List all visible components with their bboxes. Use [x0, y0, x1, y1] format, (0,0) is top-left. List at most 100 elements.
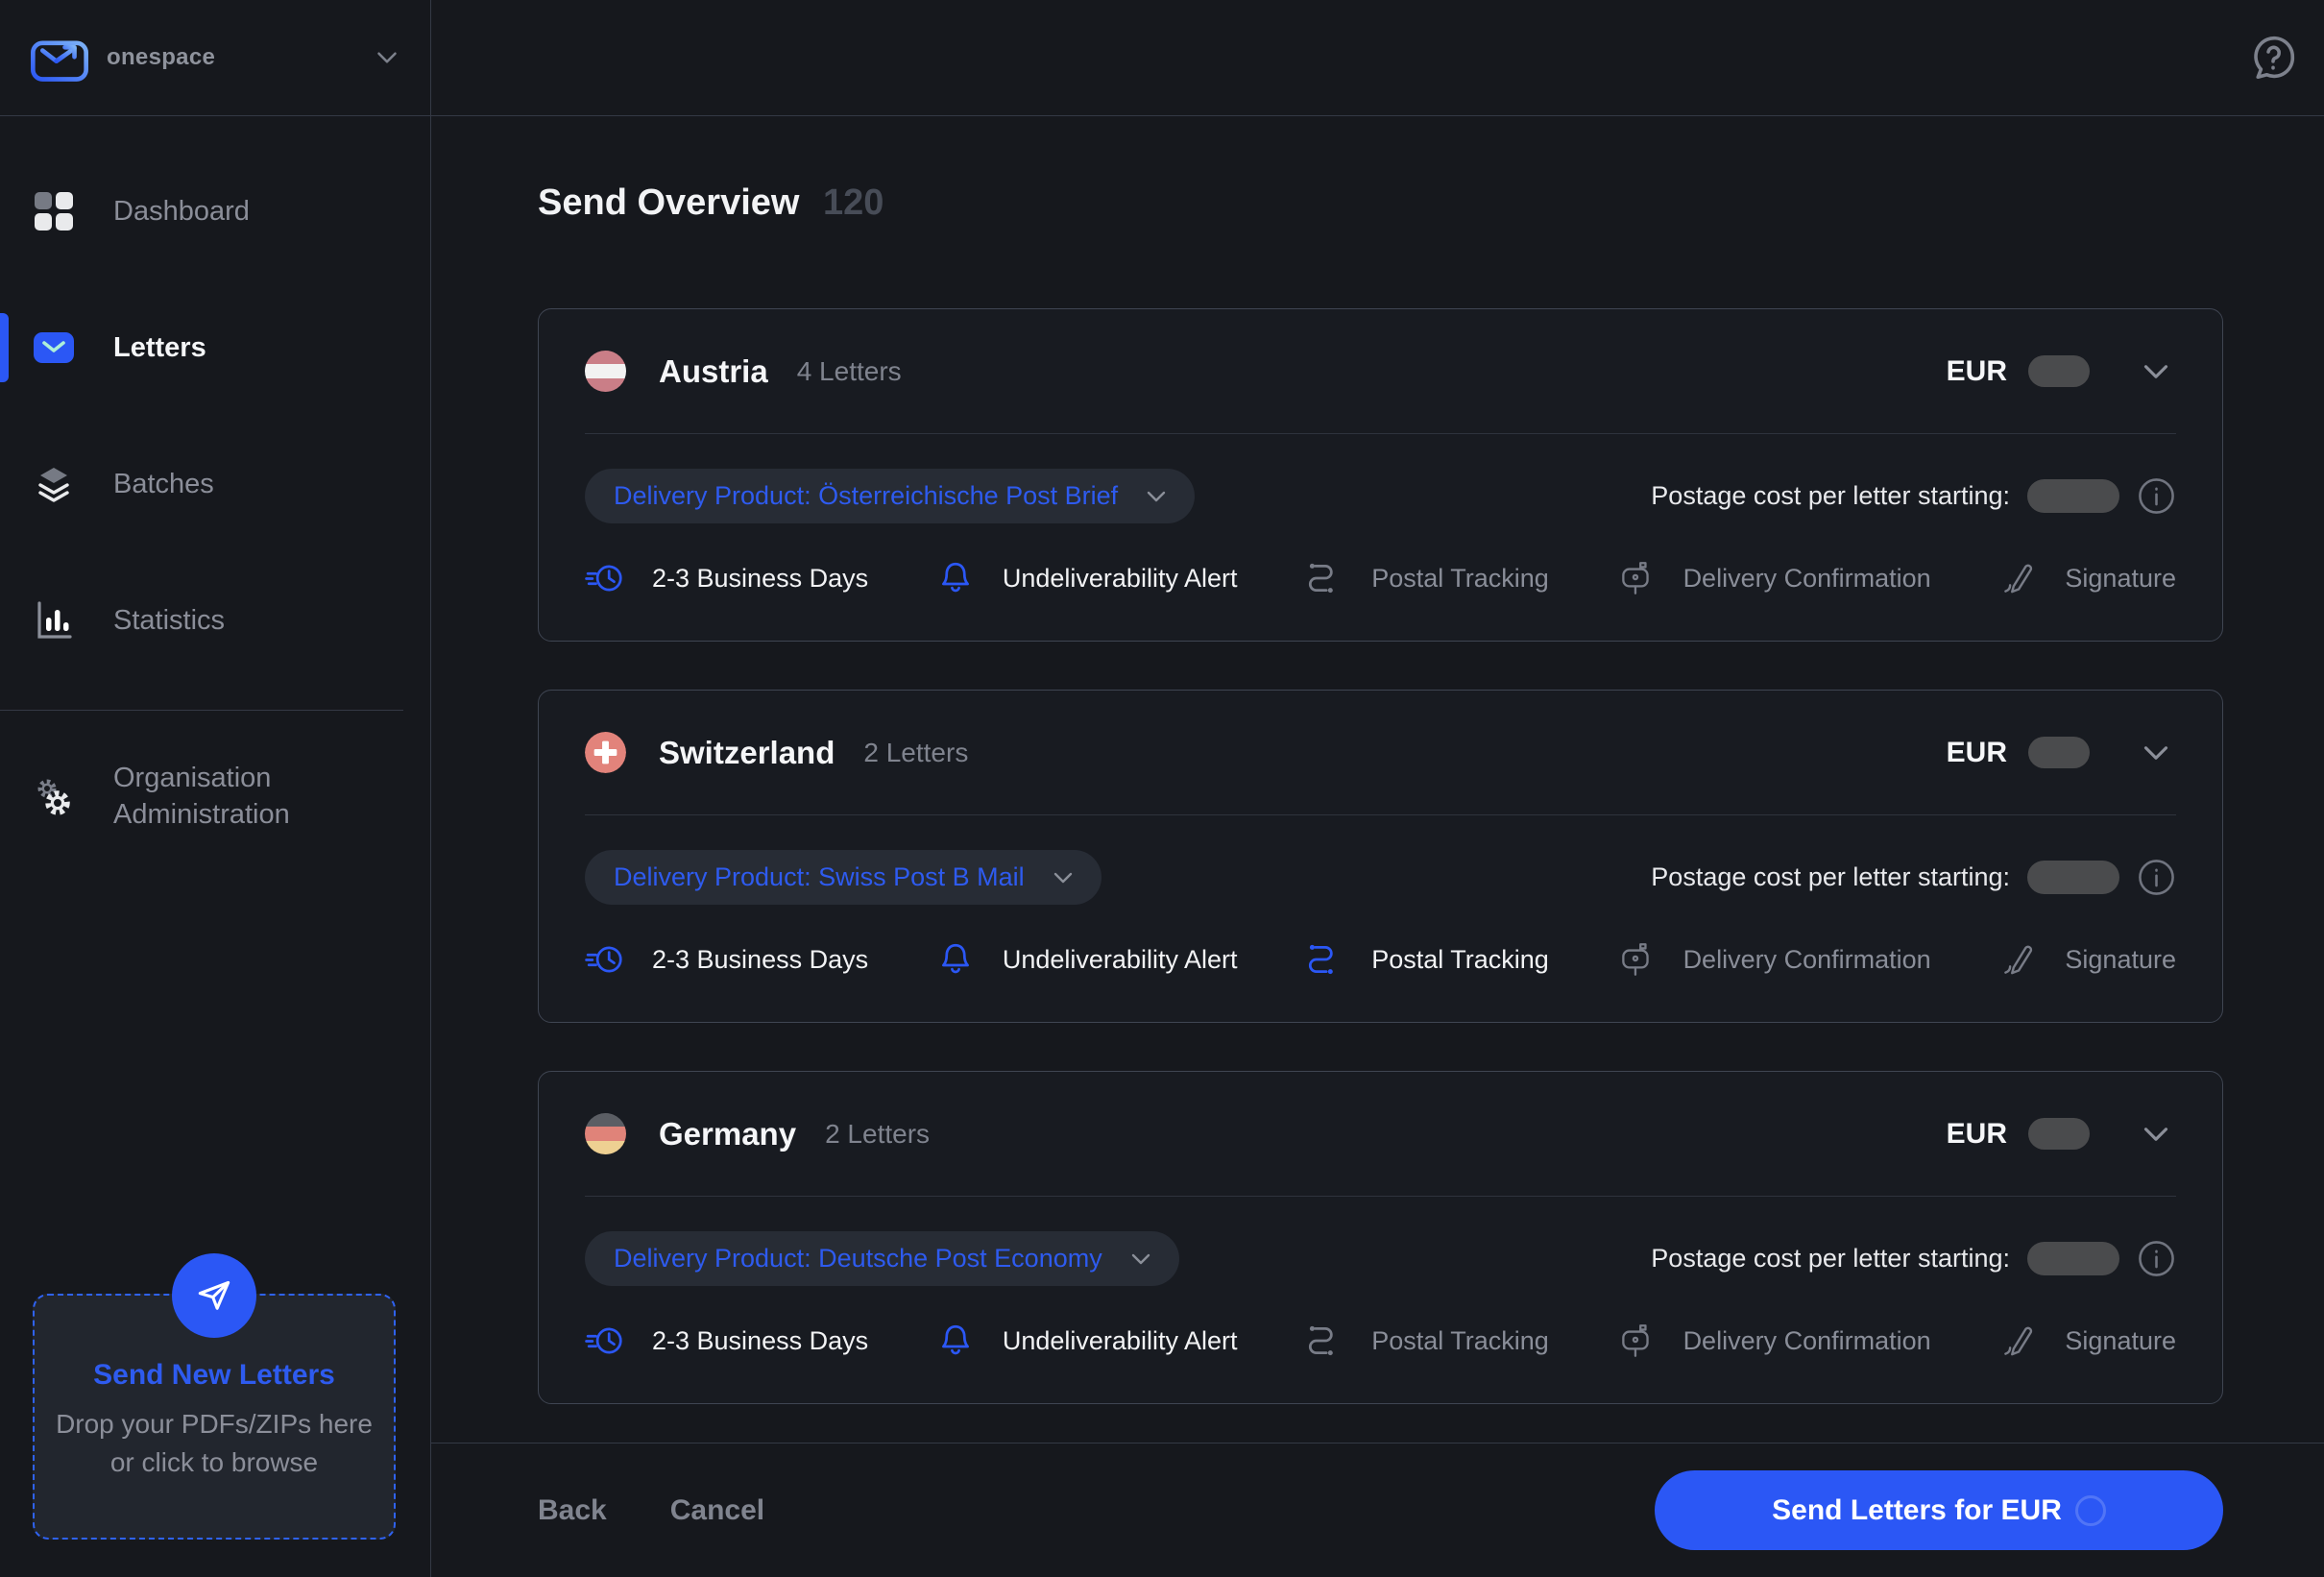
price-loading-skeleton: [2027, 1242, 2119, 1275]
price-loading-skeleton: [2028, 355, 2090, 387]
delivery-product-dropdown[interactable]: Delivery Product: Deutsche Post Economy: [585, 1231, 1179, 1286]
feature-postal-tracking: Postal Tracking: [1304, 939, 1549, 980]
germany-flag-icon: [585, 1113, 626, 1154]
chevron-down-icon[interactable]: [2136, 1114, 2176, 1154]
info-icon[interactable]: [2137, 1239, 2176, 1278]
feature-delivery-confirmation: Delivery Confirmation: [1616, 939, 1931, 980]
feature-signature: Signature: [1997, 558, 2176, 598]
info-icon[interactable]: [2137, 476, 2176, 516]
loading-spinner-icon: [2074, 1494, 2106, 1526]
country-card-switzerland: Switzerland 2 Letters EUR Delivery Product:…: [538, 690, 2223, 1023]
sidebar-nav-admin: Organisation Administration: [0, 761, 430, 833]
pen-icon: [1997, 1321, 2038, 1361]
letters-count: 2 Letters: [863, 737, 969, 767]
send-new-letters-dropzone[interactable]: Send New Letters Drop your PDFs/ZIPs her…: [33, 1253, 396, 1540]
price-loading-skeleton: [2027, 479, 2119, 513]
mailbox-icon: [1616, 558, 1657, 598]
feature-label: 2-3 Business Days: [652, 563, 869, 593]
postage-cost-label: Postage cost per letter starting:: [1651, 1244, 2010, 1273]
feature-2-3-business-days: 2-3 Business Days: [585, 1321, 868, 1361]
feature-2-3-business-days: 2-3 Business Days: [585, 939, 868, 980]
price-loading-skeleton: [2027, 861, 2119, 894]
sidebar-item-label: Letters: [113, 331, 206, 363]
currency-label: EUR: [1946, 736, 2007, 768]
price-loading-skeleton: [2028, 1118, 2090, 1150]
feature-postal-tracking: Postal Tracking: [1304, 1321, 1549, 1361]
clock-speed-icon: [585, 939, 625, 980]
country-card-germany: Germany 2 Letters EUR Delivery Product: Deu…: [538, 1071, 2223, 1404]
country-card-body: Delivery Product: Swiss Post B Mail Posta…: [585, 815, 2176, 1022]
chevron-down-icon: [1048, 862, 1078, 893]
delivery-product-dropdown[interactable]: Delivery Product: Swiss Post B Mail: [585, 850, 1101, 905]
currency-label: EUR: [1946, 354, 2007, 387]
help-bubble-icon[interactable]: [2247, 32, 2299, 84]
sidebar-item-statistics[interactable]: Statistics: [0, 598, 430, 643]
feature-label: Delivery Confirmation: [1682, 1325, 1931, 1355]
feature-label: 2-3 Business Days: [652, 944, 869, 974]
paper-plane-icon: [198, 1280, 230, 1310]
chevron-down-icon: [1141, 481, 1172, 512]
statistics-icon: [33, 599, 75, 642]
send-letters-label: Send Letters for EUR: [1772, 1493, 2062, 1526]
delivery-product-dropdown[interactable]: Delivery Product: Österreichische Post B…: [585, 469, 1196, 523]
feature-undeliverability-alert: Undeliverability Alert: [935, 1321, 1238, 1361]
chevron-down-icon: [1126, 1244, 1156, 1274]
dashboard-icon: [33, 190, 75, 232]
send-letters-button[interactable]: Send Letters for EUR: [1655, 1470, 2223, 1550]
page-title-text: Send Overview: [538, 182, 800, 223]
chevron-down-icon[interactable]: [2136, 352, 2176, 392]
cancel-button[interactable]: Cancel: [670, 1494, 764, 1527]
pen-icon: [1997, 939, 2038, 980]
feature-label: Postal Tracking: [1371, 944, 1549, 974]
sidebar-item-dashboard[interactable]: Dashboard: [0, 189, 430, 233]
postage-cost-label: Postage cost per letter starting:: [1651, 481, 2010, 510]
sidebar-item-label: Organisation Administration: [113, 763, 290, 830]
route-icon: [1304, 939, 1344, 980]
feature-2-3-business-days: 2-3 Business Days: [585, 558, 868, 598]
feature-label: Undeliverability Alert: [1002, 1325, 1238, 1355]
postage-cost: Postage cost per letter starting:: [1651, 476, 2176, 516]
delivery-product-label: Delivery Product: Deutsche Post Economy: [614, 1244, 1102, 1273]
chevron-down-icon[interactable]: [2136, 733, 2176, 773]
currency-label: EUR: [1946, 1117, 2007, 1150]
sidebar-item-label: Batches: [113, 468, 214, 499]
country-card-header[interactable]: Austria 4 Letters EUR: [585, 309, 2176, 434]
feature-label: Signature: [2065, 563, 2176, 593]
country-card-header[interactable]: Germany 2 Letters EUR: [585, 1072, 2176, 1197]
country-cards: Austria 4 Letters EUR Delivery Product: Öst…: [538, 308, 2223, 1538]
feature-undeliverability-alert: Undeliverability Alert: [935, 939, 1238, 980]
bell-icon: [935, 939, 976, 980]
feature-label: Undeliverability Alert: [1002, 944, 1238, 974]
switzerland-flag-icon: [585, 732, 626, 773]
country-card-header[interactable]: Switzerland 2 Letters EUR: [585, 691, 2176, 815]
feature-signature: Signature: [1997, 1321, 2176, 1361]
chevron-down-icon[interactable]: [371, 41, 403, 74]
back-button[interactable]: Back: [538, 1494, 607, 1527]
route-icon: [1304, 1321, 1344, 1361]
brand-switcher[interactable]: onespace: [0, 0, 430, 116]
footer-bar: Back Cancel Send Letters for EUR: [430, 1443, 2324, 1577]
feature-row: 2-3 Business Days Undeliverability Alert P…: [585, 939, 2176, 1022]
feature-delivery-confirmation: Delivery Confirmation: [1616, 1321, 1931, 1361]
sidebar-divider: [0, 710, 403, 711]
route-icon: [1304, 558, 1344, 598]
sidebar-nav: Dashboard Letters Batches Statistics: [0, 189, 430, 643]
country-card-austria: Austria 4 Letters EUR Delivery Product: Öst…: [538, 308, 2223, 642]
sidebar-item-label: Statistics: [113, 604, 226, 636]
sidebar-item-organisation-administration[interactable]: Organisation Administration: [0, 761, 430, 833]
feature-row: 2-3 Business Days Undeliverability Alert P…: [585, 1321, 2176, 1403]
info-icon[interactable]: [2137, 858, 2176, 897]
price-loading-skeleton: [2028, 737, 2090, 768]
sidebar-item-letters[interactable]: Letters: [0, 326, 430, 370]
sidebar-item-batches[interactable]: Batches: [0, 462, 430, 506]
page-title-count: 120: [823, 182, 884, 223]
austria-flag-icon: [585, 351, 626, 392]
country-name: Germany: [659, 1115, 797, 1152]
country-name: Switzerland: [659, 734, 835, 770]
postage-cost: Postage cost per letter starting:: [1651, 858, 2176, 897]
dropzone-subtitle: Drop your PDFs/ZIPs here or click to bro…: [56, 1409, 373, 1477]
feature-label: Postal Tracking: [1371, 563, 1549, 593]
feature-row: 2-3 Business Days Undeliverability Alert P…: [585, 558, 2176, 641]
delivery-product-label: Delivery Product: Österreichische Post B…: [614, 481, 1119, 510]
feature-label: Signature: [2065, 1325, 2176, 1355]
